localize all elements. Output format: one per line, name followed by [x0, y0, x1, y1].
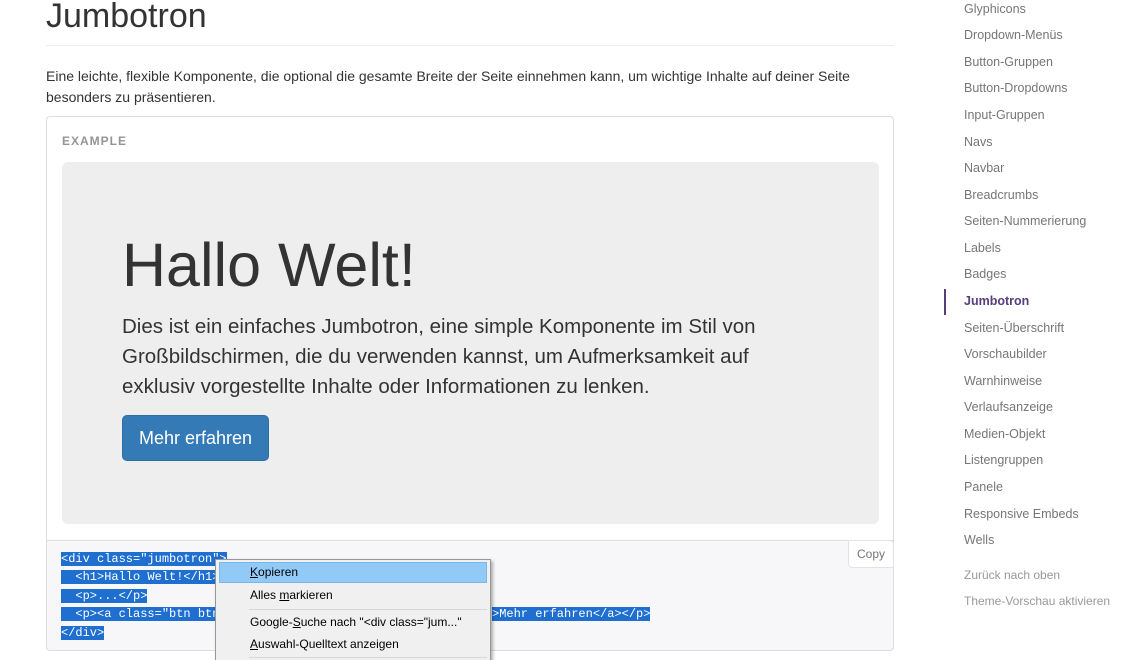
sidebar-item-glyphicons[interactable]: Glyphicons [964, 0, 1026, 18]
sidebar-item-media-object[interactable]: Medien-Objekt [964, 425, 1045, 443]
menu-item-google-search[interactable]: Google-Suche nach "<div class="jum..." [219, 612, 487, 633]
sidebar-item-badges[interactable]: Badges [964, 265, 1006, 283]
sidebar-item-panels[interactable]: Panele [964, 478, 1003, 496]
example-box: EXAMPLE Hallo Welt! Dies ist ein einfach… [46, 116, 894, 540]
sidebar-item-jumbotron[interactable]: Jumbotron [964, 292, 1029, 310]
accesskey: m [279, 588, 290, 602]
page-title: Jumbotron [46, 0, 894, 46]
sidebar-item-progress[interactable]: Verlaufsanzeige [964, 398, 1053, 416]
accesskey: A [250, 637, 259, 651]
jumbotron-text: Dies ist ein einfaches Jumbotron, eine s… [122, 315, 756, 398]
theme-preview-link[interactable]: Theme-Vorschau aktivieren [964, 592, 1110, 610]
sidebar-item-dropdowns[interactable]: Dropdown-Menüs [964, 26, 1063, 44]
intro-text: Eine leichte, flexible Komponente, die o… [46, 68, 850, 105]
accesskey: S [292, 615, 301, 629]
learn-more-button[interactable]: Mehr erfahren [122, 415, 269, 461]
menu-item-label: Google- [250, 615, 293, 629]
sidebar-item-wells[interactable]: Wells [964, 531, 994, 549]
sidebar-item-navs[interactable]: Navs [964, 133, 992, 151]
sidebar-item-alerts[interactable]: Warnhinweise [964, 372, 1042, 390]
jumbotron: Hallo Welt! Dies ist ein einfaches Jumbo… [62, 162, 879, 524]
code-line: <h1>Hallo Welt!</h1> [61, 570, 220, 584]
example-label: EXAMPLE [62, 134, 128, 148]
context-menu: Kopieren Alles markieren Google-Suche na… [215, 559, 491, 660]
sidebar-item-thumbnails[interactable]: Vorschaubilder [964, 345, 1047, 363]
menu-item-view-selection-source[interactable]: Auswahl-Quelltext anzeigen [219, 634, 487, 655]
sidebar-item-pagination[interactable]: Seiten-Nummerierung [964, 212, 1086, 230]
sidebar-nav: Glyphicons Dropdown-Menüs Button-Gruppen… [944, 0, 1125, 660]
accesskey: K [250, 565, 259, 579]
menu-item-label: uche nach "<div class="jum..." [300, 615, 462, 629]
code-line: <p><a class="btn btn [61, 607, 220, 621]
sidebar-item-navbar[interactable]: Navbar [964, 159, 1004, 177]
back-to-top-link[interactable]: Zurück nach oben [964, 566, 1060, 584]
menu-item-label: arkieren [289, 588, 333, 602]
copy-button[interactable]: Copy [848, 540, 894, 568]
menu-separator [249, 657, 487, 658]
sidebar-item-responsive-embeds[interactable]: Responsive Embeds [964, 505, 1079, 523]
code-line: >Mehr erfahren</a></p> [492, 607, 651, 621]
menu-separator [249, 609, 487, 610]
sidebar-item-button-dropdowns[interactable]: Button-Dropdowns [964, 79, 1068, 97]
sidebar-item-input-groups[interactable]: Input-Gruppen [964, 106, 1045, 124]
menu-item-label: Alles [250, 588, 280, 602]
menu-item-label: opieren [258, 565, 299, 579]
code-line: <p>...</p> [61, 589, 148, 603]
sidebar-item-button-groups[interactable]: Button-Gruppen [964, 53, 1053, 71]
active-indicator [944, 289, 946, 315]
menu-item-label: uswahl-Quelltext anzeigen [258, 637, 399, 651]
sidebar-item-labels[interactable]: Labels [964, 239, 1001, 257]
sidebar-item-page-header[interactable]: Seiten-Überschrift [964, 319, 1064, 337]
code-line: </div> [61, 626, 105, 640]
sidebar-item-list-groups[interactable]: Listengruppen [964, 451, 1043, 469]
jumbotron-heading: Hallo Welt! [122, 231, 416, 299]
sidebar-item-breadcrumbs[interactable]: Breadcrumbs [964, 186, 1038, 204]
menu-item-select-all[interactable]: Alles markieren [219, 585, 487, 606]
code-line: <div class="jumbotron"> [61, 552, 227, 566]
menu-item-copy[interactable]: Kopieren [219, 562, 487, 583]
